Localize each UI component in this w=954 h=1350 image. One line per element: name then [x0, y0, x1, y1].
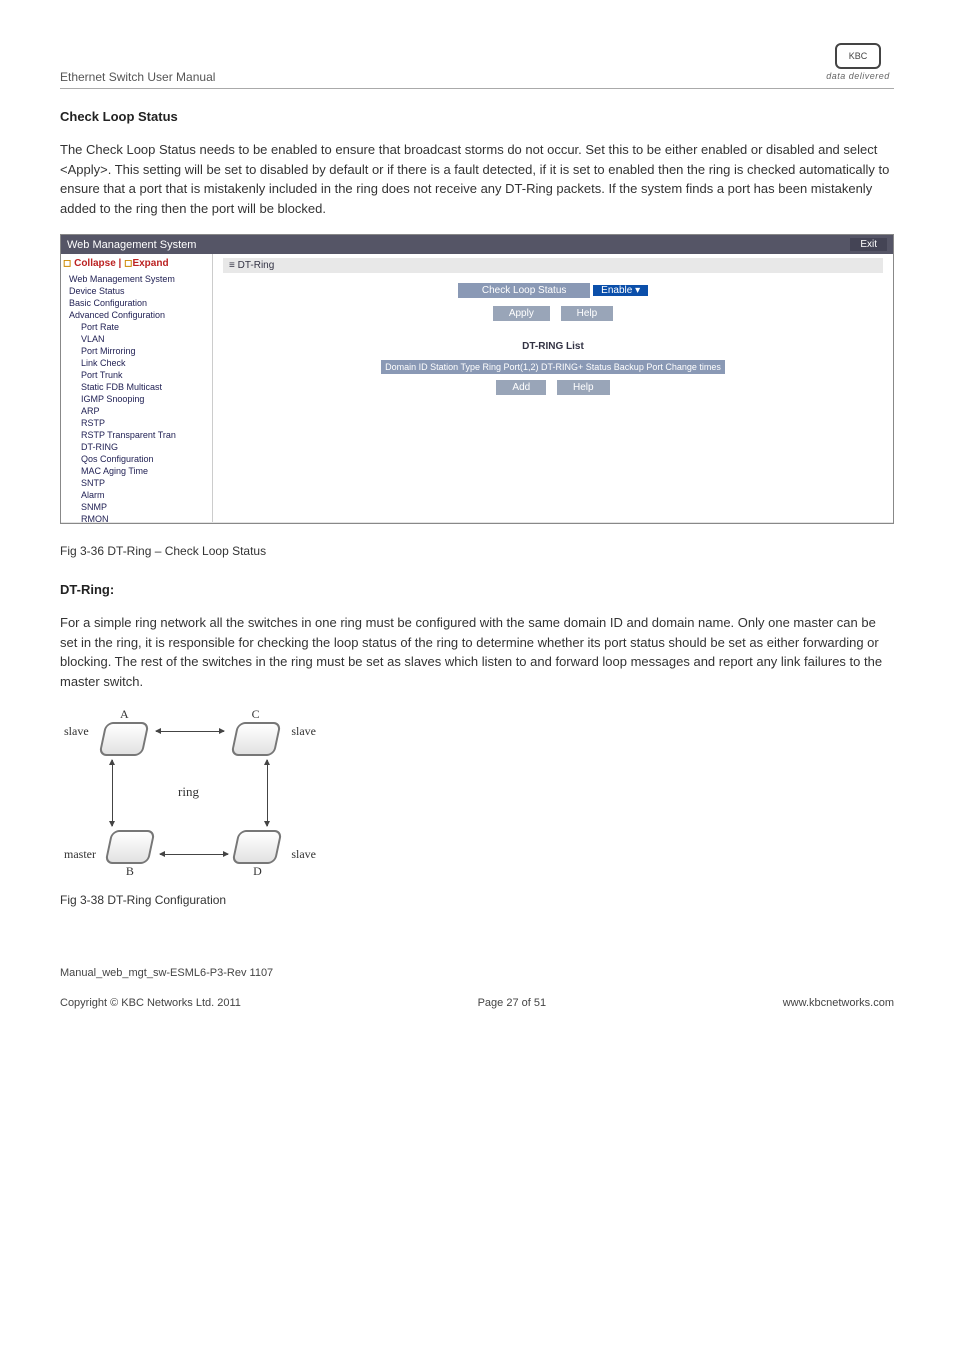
nav-item[interactable]: Qos Configuration — [63, 453, 210, 465]
switch-icon — [230, 722, 281, 756]
nav-item[interactable]: Alarm — [63, 489, 210, 501]
check-loop-status-label: Check Loop Status — [458, 283, 591, 298]
help-button-2[interactable]: Help — [557, 380, 610, 395]
brand-logo: KBC data delivered — [822, 40, 894, 84]
link-a-c — [156, 731, 224, 732]
nav-item[interactable]: MAC Aging Time — [63, 465, 210, 477]
screenshot-main: ≡ DT-Ring Check Loop Status Enable ▾ App… — [213, 254, 893, 522]
logo-mark: KBC — [835, 43, 881, 69]
nav-collapse-expand[interactable]: ◻ Collapse | ◻Expand — [63, 258, 210, 269]
node-a-role: slave — [64, 724, 89, 739]
switch-icon — [104, 830, 155, 864]
ring-label: ring — [178, 784, 199, 800]
nav-item[interactable]: SNTP — [63, 477, 210, 489]
nav-item[interactable]: RSTP — [63, 417, 210, 429]
screenshot-title: Web Management System — [67, 239, 196, 251]
footer-url: www.kbcnetworks.com — [783, 997, 894, 1009]
dt-ring-list-header: Domain ID Station Type Ring Port(1,2) DT… — [381, 360, 725, 374]
dt-ring-list-caption: DT-RING List — [223, 341, 883, 352]
figure-3-36-screenshot: Web Management System Exit ◻ Collapse | … — [60, 234, 894, 524]
nav-item[interactable]: IGMP Snooping — [63, 393, 210, 405]
nav-item[interactable]: Port Mirroring — [63, 345, 210, 357]
figure-3-36-caption: Fig 3-36 DT-Ring – Check Loop Status — [60, 544, 894, 558]
switch-icon — [232, 830, 283, 864]
exit-button[interactable]: Exit — [850, 238, 887, 251]
nav-item[interactable]: Advanced Configuration — [63, 309, 210, 321]
nav-tree: ◻ Collapse | ◻Expand Web Management Syst… — [61, 254, 213, 522]
node-b-role: master — [64, 847, 96, 862]
nav-item[interactable]: SNMP — [63, 501, 210, 513]
nav-item[interactable]: Port Trunk — [63, 369, 210, 381]
section-heading-check-loop: Check Loop Status — [60, 109, 894, 124]
switch-icon — [99, 722, 150, 756]
nav-item[interactable]: Device Status — [63, 285, 210, 297]
node-d-role: slave — [291, 847, 316, 862]
section1-paragraph: The Check Loop Status needs to be enable… — [60, 140, 894, 218]
nav-item[interactable]: Link Check — [63, 357, 210, 369]
nav-item[interactable]: RMON — [63, 513, 210, 522]
nav-item[interactable]: Basic Configuration — [63, 297, 210, 309]
node-c-label: C — [252, 707, 260, 722]
link-a-b — [112, 760, 113, 826]
node-d-label: D — [253, 864, 262, 879]
node-a-label: A — [120, 707, 129, 722]
page-header: Ethernet Switch User Manual KBC data del… — [60, 40, 894, 89]
footer-copyright: Copyright © KBC Networks Ltd. 2011 — [60, 997, 241, 1009]
link-c-d — [267, 760, 268, 826]
help-button[interactable]: Help — [561, 306, 614, 321]
nav-item[interactable]: VLAN — [63, 333, 210, 345]
nav-item[interactable]: Web Management System — [63, 273, 210, 285]
add-button[interactable]: Add — [496, 380, 546, 395]
page-footer: Manual_web_mgt_sw-ESML6-P3-Rev 1107 Copy… — [60, 967, 894, 1009]
apply-button[interactable]: Apply — [493, 306, 550, 321]
nav-item[interactable]: Static FDB Multicast — [63, 381, 210, 393]
nav-item[interactable]: DT-RING — [63, 441, 210, 453]
node-c-role: slave — [291, 724, 316, 739]
ring-topology-diagram: slave A C slave ring master B — [60, 707, 320, 879]
nav-item[interactable]: ARP — [63, 405, 210, 417]
logo-tagline: data delivered — [826, 71, 890, 81]
nav-item[interactable]: RSTP Transparent Tran — [63, 429, 210, 441]
screenshot-titlebar: Web Management System Exit — [61, 235, 893, 254]
footer-docid: Manual_web_mgt_sw-ESML6-P3-Rev 1107 — [60, 967, 894, 979]
manual-title: Ethernet Switch User Manual — [60, 70, 215, 84]
figure-3-38-caption: Fig 3-38 DT-Ring Configuration — [60, 893, 894, 907]
link-b-d — [160, 854, 228, 855]
section2-paragraph: For a simple ring network all the switch… — [60, 613, 894, 691]
section-heading-dt-ring: DT-Ring: — [60, 582, 894, 597]
footer-page-number: Page 27 of 51 — [478, 997, 547, 1009]
check-loop-status-select[interactable]: Enable ▾ — [593, 285, 648, 296]
nav-item[interactable]: Port Rate — [63, 321, 210, 333]
node-b-label: B — [126, 864, 134, 879]
breadcrumb: ≡ DT-Ring — [223, 258, 883, 273]
